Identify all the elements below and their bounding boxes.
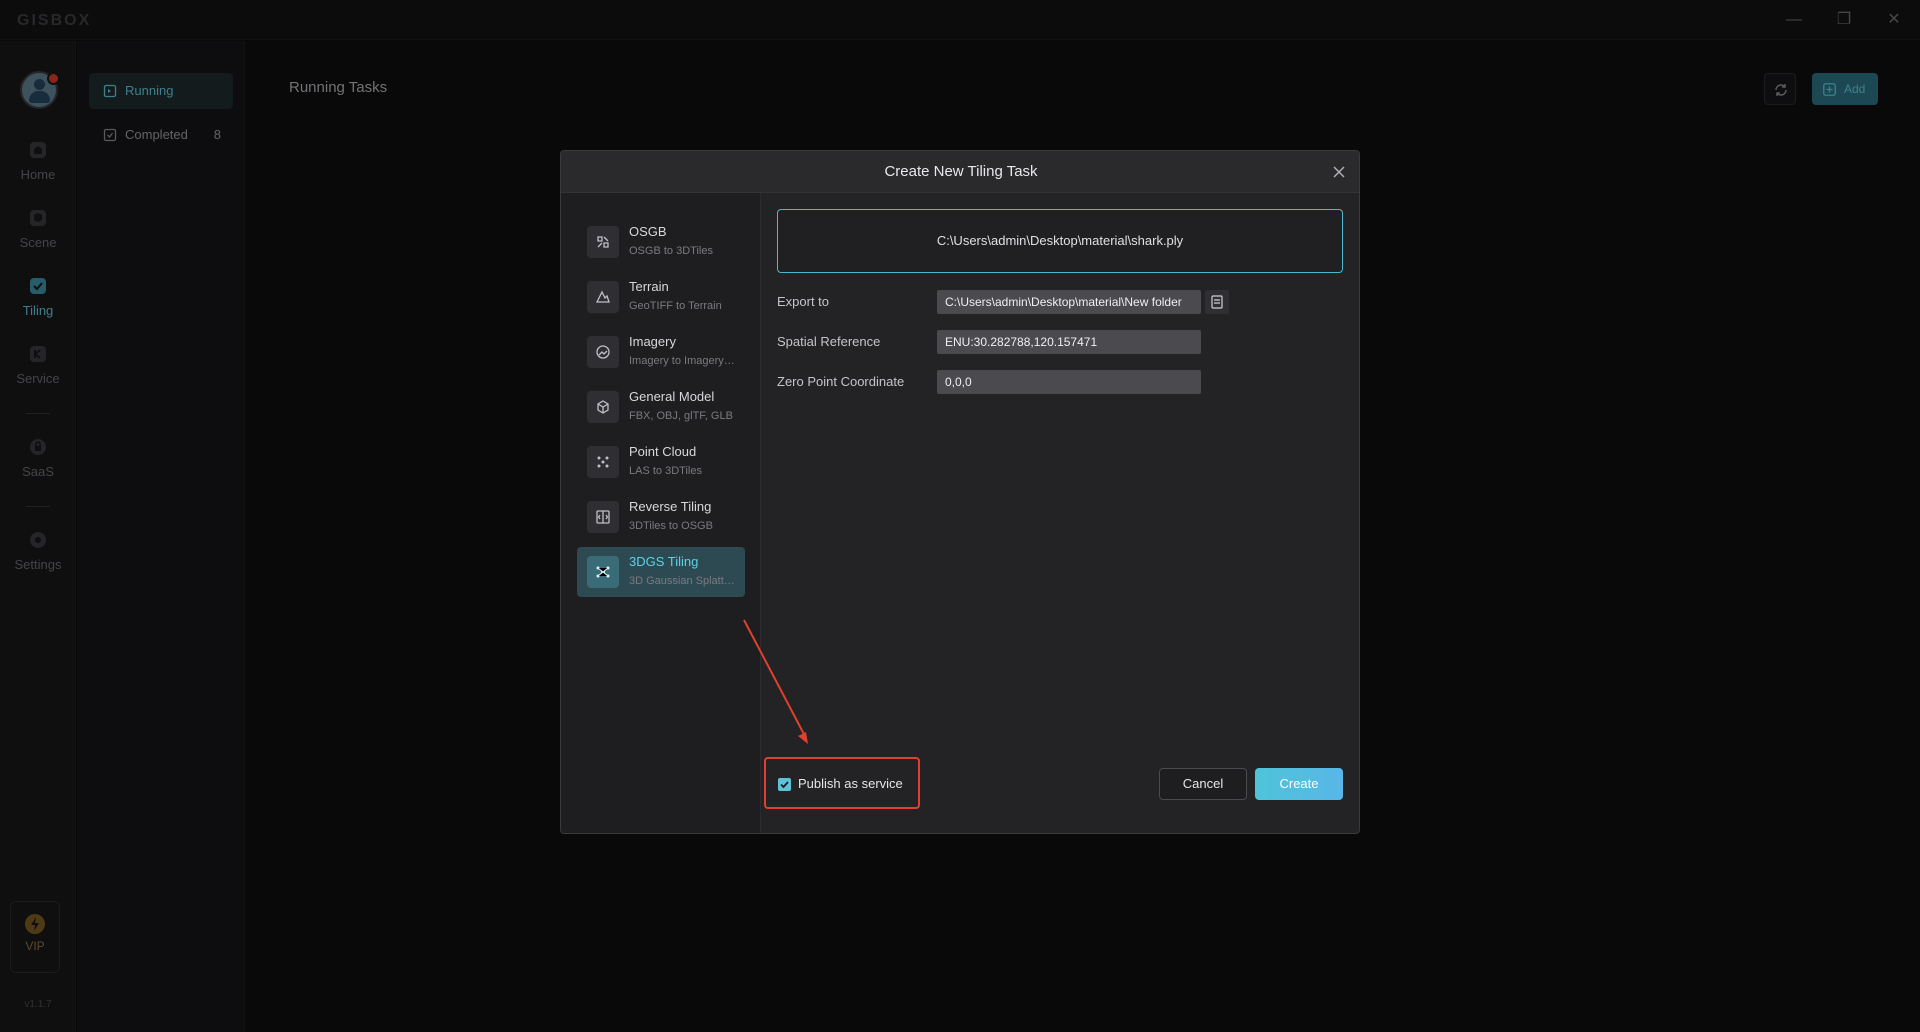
spatial-reference-label: Spatial Reference: [777, 334, 881, 349]
type-item-general-model[interactable]: General Model FBX, OBJ, glTF, GLB: [577, 382, 745, 432]
type-desc: LAS to 3DTiles: [629, 465, 702, 477]
point-cloud-icon: [587, 446, 619, 478]
type-name: Terrain: [629, 279, 669, 294]
type-name: Point Cloud: [629, 444, 697, 459]
cancel-button[interactable]: Cancel: [1159, 768, 1247, 800]
checkmark-icon: [780, 781, 789, 789]
type-name: 3DGS Tiling: [629, 554, 699, 569]
type-item-reverse-tiling[interactable]: Reverse Tiling 3DTiles to OSGB: [577, 492, 745, 542]
type-desc: Imagery to Imagery Tiles: [629, 355, 737, 367]
type-desc: OSGB to 3DTiles: [629, 245, 713, 257]
type-item-imagery[interactable]: Imagery Imagery to Imagery Tiles: [577, 327, 745, 377]
publish-highlight: Publish as service: [764, 757, 920, 809]
imagery-icon: [587, 336, 619, 368]
spatial-reference-input[interactable]: [937, 330, 1201, 354]
dialog-title: Create New Tiling Task: [884, 163, 1038, 180]
type-name: OSGB: [629, 224, 667, 239]
publish-checkbox[interactable]: [778, 778, 791, 791]
export-path-input[interactable]: [937, 290, 1201, 314]
close-icon[interactable]: [1331, 164, 1347, 180]
publish-label[interactable]: Publish as service: [798, 776, 903, 791]
type-name: Reverse Tiling: [629, 499, 712, 514]
reverse-icon: [587, 501, 619, 533]
file-drop-area[interactable]: C:\Users\admin\Desktop\material\shark.pl…: [777, 209, 1343, 273]
type-name: General Model: [629, 389, 715, 404]
osgb-icon: [587, 226, 619, 258]
type-name: Imagery: [629, 334, 676, 349]
create-task-dialog: Create New Tiling Task OSGB OSGB to 3DTi…: [560, 150, 1360, 834]
dialog-header: Create New Tiling Task: [561, 151, 1359, 193]
type-item-3dgs-tiling[interactable]: 3DGS Tiling 3D Gaussian Splatting: [577, 547, 745, 597]
zero-point-input[interactable]: [937, 370, 1201, 394]
selected-file-path: C:\Users\admin\Desktop\material\shark.pl…: [936, 233, 1184, 248]
type-item-terrain[interactable]: Terrain GeoTIFF to Terrain: [577, 272, 745, 322]
type-desc: 3DTiles to OSGB: [629, 520, 713, 532]
type-item-osgb[interactable]: OSGB OSGB to 3DTiles: [577, 217, 745, 267]
zero-point-label: Zero Point Coordinate: [777, 374, 905, 389]
type-desc: 3D Gaussian Splatting: [629, 575, 737, 587]
browse-folder-button[interactable]: [1205, 290, 1229, 314]
folder-icon: [1211, 295, 1223, 309]
gaussian-icon: [587, 556, 619, 588]
terrain-icon: [587, 281, 619, 313]
model-icon: [587, 391, 619, 423]
tiling-type-list: OSGB OSGB to 3DTiles Terrain GeoTIFF to …: [561, 193, 761, 833]
create-button[interactable]: Create: [1255, 768, 1343, 800]
type-item-point-cloud[interactable]: Point Cloud LAS to 3DTiles: [577, 437, 745, 487]
export-label: Export to: [777, 294, 830, 309]
type-desc: GeoTIFF to Terrain: [629, 300, 722, 312]
type-desc: FBX, OBJ, glTF, GLB: [629, 410, 733, 422]
